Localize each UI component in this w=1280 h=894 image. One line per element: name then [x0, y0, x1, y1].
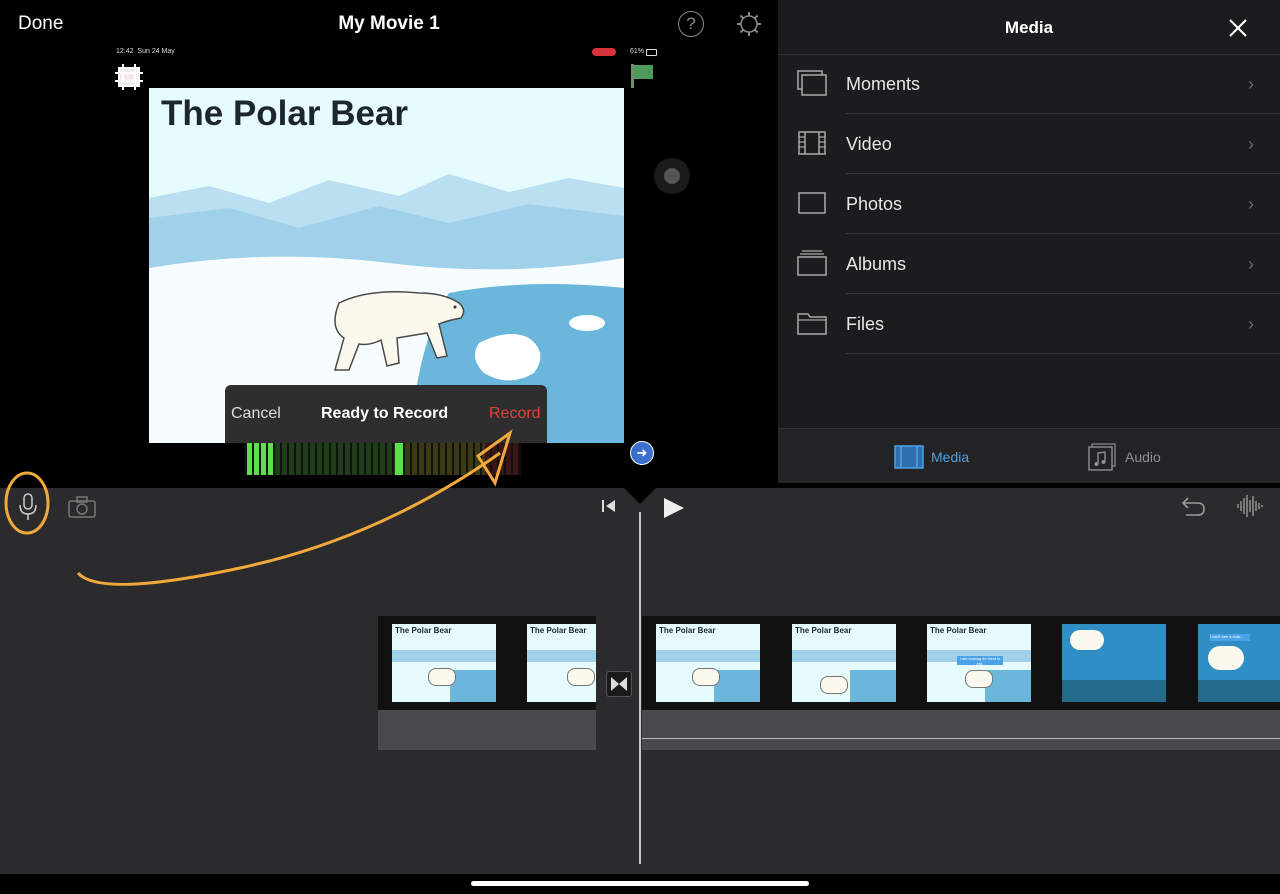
playhead-notch: [624, 488, 656, 504]
next-arrow-icon[interactable]: ➜: [630, 441, 654, 465]
chevron-right-icon: ›: [1248, 254, 1254, 274]
media-item-albums[interactable]: Albums ›: [778, 234, 1280, 294]
film-icon: [894, 445, 924, 469]
screen-record-indicator: [592, 48, 616, 56]
gear-icon[interactable]: [736, 11, 762, 37]
chevron-right-icon: ›: [1248, 74, 1254, 94]
clip-title: The Polar Bear: [659, 626, 716, 635]
skip-to-start-icon[interactable]: [600, 498, 618, 514]
help-icon[interactable]: ?: [678, 11, 704, 37]
chevron-right-icon: ›: [1248, 194, 1254, 214]
top-bar: Done My Movie 1 ?: [0, 0, 778, 48]
video-clip[interactable]: The Polar Bear The Polar Bear: [378, 616, 596, 710]
clip-thumbnail: I can't see a crab.: [1198, 624, 1280, 702]
assistive-touch-button[interactable]: [654, 158, 690, 194]
transition-icon[interactable]: [606, 671, 632, 697]
clip-caption: I am looking for food to eat.: [957, 656, 1003, 666]
folder-icon: [797, 313, 827, 335]
moments-icon: [797, 70, 827, 96]
green-flag-icon[interactable]: [628, 62, 656, 90]
media-title: Media: [1004, 18, 1054, 37]
video-clip[interactable]: The Polar Bear The Polar Bear The Polar …: [642, 616, 1280, 710]
media-item-label: Files: [846, 314, 885, 334]
clip-title: The Polar Bear: [930, 626, 987, 635]
annotation-arrow: [4, 429, 513, 586]
clip-thumbnail: The Polar Bear: [656, 624, 760, 702]
media-item-photos[interactable]: Photos ›: [778, 174, 1280, 234]
record-status: Ready to Record: [321, 405, 449, 422]
media-item-label: Moments: [846, 74, 921, 94]
clip-title: The Polar Bear: [395, 626, 452, 635]
clip-title: The Polar Bear: [530, 626, 587, 635]
cancel-button[interactable]: Cancel: [231, 405, 281, 423]
clip-thumbnail: The Polar Bear: [792, 624, 896, 702]
media-panel: Media Moments › Video › Photos › Albums …: [778, 0, 1280, 483]
undo-icon[interactable]: [1178, 495, 1206, 519]
media-item-moments[interactable]: Moments ›: [778, 54, 1280, 114]
clip-thumbnail: [1062, 624, 1166, 702]
home-indicator[interactable]: [471, 881, 809, 886]
chevron-right-icon: ›: [1248, 314, 1254, 334]
audio-track[interactable]: [642, 710, 1280, 750]
timeline: The Polar Bear The Polar Bear The Polar …: [0, 429, 1280, 874]
clip-thumbnail: The Polar Bear: [392, 624, 496, 702]
media-item-label: Photos: [846, 194, 903, 214]
clip-thumbnail: The Polar Bear I am looking for food to …: [927, 624, 1031, 702]
battery-icon: [646, 49, 657, 56]
clip-title: The Polar Bear: [795, 626, 852, 635]
media-item-video[interactable]: Video ›: [778, 114, 1280, 174]
slide-title: The Polar Bear: [161, 94, 409, 133]
tab-media[interactable]: Media: [894, 443, 970, 471]
movie-title: My Movie 1: [338, 13, 440, 34]
tab-label: Media: [931, 449, 970, 465]
playhead[interactable]: [639, 512, 641, 864]
close-icon[interactable]: [1228, 18, 1248, 38]
media-item-label: Video: [846, 134, 892, 154]
battery-level: 61%: [630, 48, 645, 55]
status-time: 12:42 Sun 24 May: [116, 48, 175, 55]
audio-track[interactable]: [378, 710, 596, 750]
tab-label: Audio: [1125, 449, 1161, 465]
media-tab-bar: Media Audio: [778, 428, 1280, 483]
record-button[interactable]: Record: [489, 405, 541, 423]
photo-icon: [798, 192, 826, 214]
audio-waveform-icon[interactable]: [1236, 493, 1264, 519]
play-icon[interactable]: [662, 496, 686, 520]
film-icon: [798, 131, 826, 155]
music-note-icon: [1088, 443, 1116, 471]
clip-caption: I can't see a crab.: [1210, 634, 1250, 641]
media-header: Media: [778, 0, 1280, 55]
albums-icon: [797, 250, 827, 276]
clip-thumbnail: The Polar Bear: [527, 624, 596, 702]
chevron-right-icon: ›: [1248, 134, 1254, 154]
stop-icon[interactable]: [115, 64, 143, 90]
divider: [846, 353, 1280, 354]
tab-audio[interactable]: Audio: [1088, 443, 1168, 471]
media-item-label: Albums: [846, 254, 907, 274]
media-item-files[interactable]: Files ›: [778, 294, 1280, 354]
